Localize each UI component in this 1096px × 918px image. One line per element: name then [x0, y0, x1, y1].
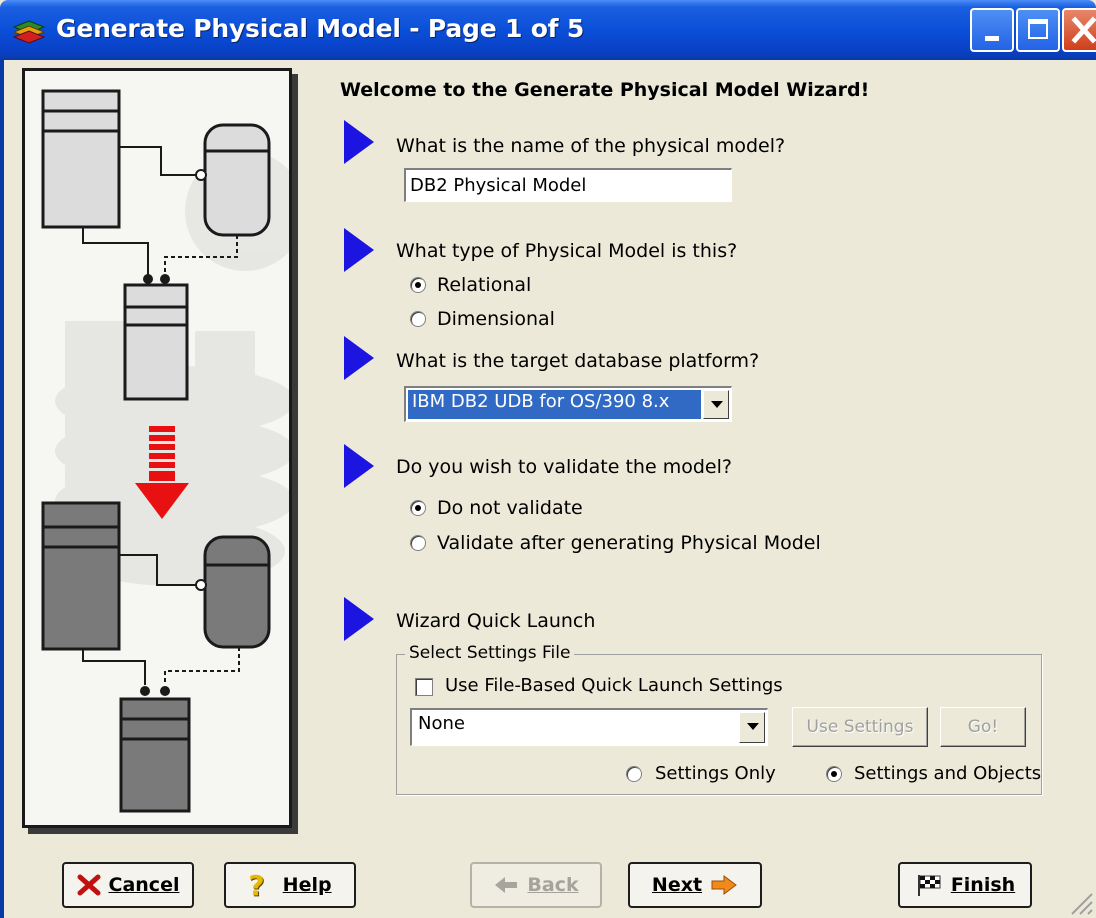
- cancel-button-label: Cancel: [108, 874, 180, 896]
- finish-button[interactable]: Finish: [898, 862, 1032, 908]
- validate-label: Do you wish to validate the model?: [396, 456, 732, 478]
- radio-validate-after[interactable]: [410, 535, 426, 551]
- title-bar: Generate Physical Model - Page 1 of 5: [0, 0, 1096, 60]
- app-icon: [12, 20, 46, 44]
- cancel-button[interactable]: Cancel: [62, 862, 194, 908]
- model-name-input[interactable]: [404, 168, 732, 202]
- next-button-label: Next: [651, 874, 703, 896]
- help-button[interactable]: ? Help: [224, 862, 356, 908]
- section-arrow-icon: [344, 228, 374, 272]
- dropdown-arrow-icon[interactable]: [703, 390, 729, 419]
- section-arrow-icon: [344, 597, 374, 641]
- back-button[interactable]: Back: [470, 862, 602, 908]
- radio-validate-after-label[interactable]: Validate after generating Physical Model: [437, 532, 821, 554]
- help-button-label: Help: [282, 874, 332, 896]
- close-button[interactable]: [1062, 8, 1096, 52]
- model-name-label: What is the name of the physical model?: [396, 135, 786, 157]
- radio-relational[interactable]: [410, 277, 426, 293]
- next-button[interactable]: Next: [628, 862, 762, 908]
- settings-file-value: None: [418, 713, 465, 734]
- maximize-button[interactable]: [1016, 8, 1060, 52]
- model-type-label: What type of Physical Model is this?: [396, 240, 738, 262]
- radio-settings-and-objects-label[interactable]: Settings and Objects: [854, 763, 1041, 784]
- platform-select[interactable]: IBM DB2 UDB for OS/390 8.x: [404, 386, 732, 422]
- radio-settings-and-objects[interactable]: [826, 766, 842, 782]
- minimize-icon: [985, 36, 999, 41]
- file-based-settings-checkbox[interactable]: [415, 678, 433, 696]
- settings-file-group-title: Select Settings File: [405, 643, 575, 663]
- radio-dimensional-label[interactable]: Dimensional: [437, 308, 555, 330]
- data-model-diagram-image: [41, 89, 289, 813]
- radio-relational-label[interactable]: Relational: [437, 274, 531, 296]
- platform-label: What is the target database platform?: [396, 350, 760, 372]
- checkered-flag-icon: [917, 875, 941, 896]
- close-icon: [1071, 16, 1096, 44]
- dropdown-arrow-icon[interactable]: [739, 712, 765, 743]
- file-based-settings-label[interactable]: Use File-Based Quick Launch Settings: [445, 675, 783, 696]
- settings-file-select[interactable]: None: [410, 708, 768, 746]
- section-arrow-icon: [344, 444, 374, 488]
- window-title: Generate Physical Model - Page 1 of 5: [56, 14, 585, 43]
- finish-button-label: Finish: [950, 874, 1016, 896]
- welcome-heading: Welcome to the Generate Physical Model W…: [340, 79, 870, 101]
- radio-do-not-validate-label[interactable]: Do not validate: [437, 497, 583, 519]
- resize-grip-icon[interactable]: [1066, 888, 1094, 916]
- minimize-button[interactable]: [970, 8, 1014, 52]
- help-question-icon: ?: [248, 868, 265, 902]
- radio-settings-only-label[interactable]: Settings Only: [655, 763, 776, 784]
- section-arrow-icon: [344, 120, 374, 164]
- radio-settings-only[interactable]: [626, 766, 642, 782]
- platform-select-value: IBM DB2 UDB for OS/390 8.x: [408, 390, 701, 419]
- maximize-icon: [1028, 19, 1048, 39]
- section-arrow-icon: [344, 336, 374, 380]
- next-arrow-icon: [711, 875, 737, 895]
- back-arrow-icon: [495, 877, 518, 893]
- cancel-x-icon: [77, 874, 101, 896]
- radio-do-not-validate[interactable]: [410, 500, 426, 516]
- quick-launch-label: Wizard Quick Launch: [396, 610, 596, 632]
- back-button-label: Back: [527, 874, 579, 896]
- use-settings-button[interactable]: Use Settings: [792, 707, 928, 747]
- wizard-illustration: [22, 68, 292, 828]
- radio-dimensional[interactable]: [410, 311, 426, 327]
- go-button[interactable]: Go!: [940, 707, 1026, 747]
